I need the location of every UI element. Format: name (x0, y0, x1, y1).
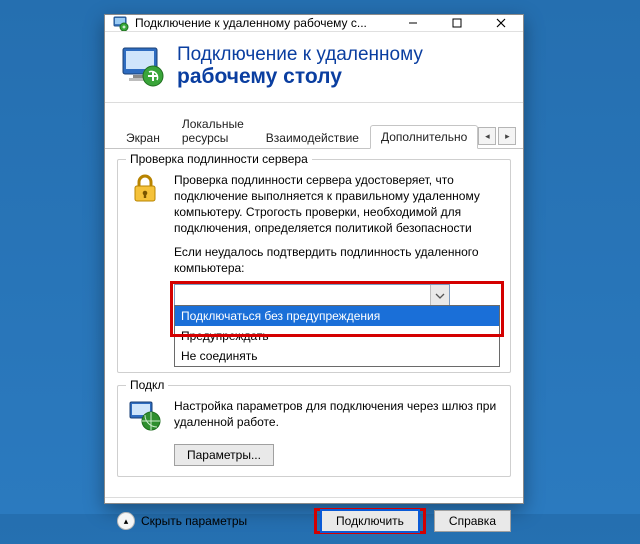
tab-scroll-right-icon[interactable]: ▸ (498, 127, 516, 145)
maximize-button[interactable] (435, 15, 479, 31)
server-auth-title: Проверка подлинности сервера (126, 152, 312, 166)
combo-option-do-not-connect[interactable]: Не соединять (175, 346, 499, 366)
connect-button[interactable]: Подключить (320, 509, 420, 533)
combo-option-connect-no-warn[interactable]: Подключаться без предупреждения (175, 306, 499, 326)
gateway-desc: Настройка параметров для подключения чер… (174, 398, 500, 430)
gateway-title: Подкл (126, 378, 168, 392)
tab-scroll: ◂ ▸ (478, 127, 516, 145)
dialog-title-line1: Подключение к удаленному (177, 44, 423, 66)
tab-display[interactable]: Экран (115, 126, 171, 149)
titlebar[interactable]: Подключение к удаленному рабочему с... (105, 15, 523, 32)
tab-experience[interactable]: Взаимодействие (255, 126, 370, 149)
chevron-up-icon: ▴ (117, 512, 135, 530)
server-auth-prompt: Если неудалось подтвердить подлинность у… (174, 244, 500, 276)
tab-advanced[interactable]: Дополнительно (370, 125, 478, 149)
tab-strip: Экран Локальные ресурсы Взаимодействие Д… (105, 103, 523, 149)
globe-monitor-icon (128, 398, 166, 466)
hide-options-button[interactable]: ▴ Скрыть параметры (117, 512, 247, 530)
gateway-settings-button[interactable]: Параметры... (174, 444, 274, 466)
rdp-dialog: Подключение к удаленному рабочему с... (104, 14, 524, 504)
server-auth-group: Проверка подлинности сервера Проверка по… (117, 159, 511, 373)
dialog-header: Подключение к удаленному рабочему столу (105, 32, 523, 103)
combo-option-warn[interactable]: Предупреждать (175, 326, 499, 346)
window-title: Подключение к удаленному рабочему с... (135, 16, 391, 30)
close-button[interactable] (479, 15, 523, 31)
chevron-down-icon[interactable] (430, 285, 449, 307)
auth-action-combobox-list: Подключаться без предупреждения Предупре… (174, 305, 500, 367)
hide-options-label: Скрыть параметры (141, 514, 247, 528)
minimize-button[interactable] (391, 15, 435, 31)
tab-scroll-left-icon[interactable]: ◂ (478, 127, 496, 145)
tutorial-highlight-connect: Подключить (314, 508, 426, 534)
dialog-title-line2: рабочему столу (177, 66, 423, 88)
window-controls (391, 15, 523, 31)
rdp-logo-icon (119, 42, 167, 90)
server-auth-desc: Проверка подлинности сервера удостоверяе… (174, 172, 500, 236)
lock-icon (128, 172, 166, 308)
rdp-app-icon (113, 15, 129, 31)
tab-page-advanced: Проверка подлинности сервера Проверка по… (105, 149, 523, 497)
tab-local-resources[interactable]: Локальные ресурсы (171, 112, 255, 149)
dialog-title: Подключение к удаленному рабочему столу (177, 44, 423, 88)
dialog-footer: ▴ Скрыть параметры Подключить Справка (105, 497, 523, 544)
gateway-group: Подкл Настройка параметров для подключен… (117, 385, 511, 477)
help-button[interactable]: Справка (434, 510, 511, 532)
